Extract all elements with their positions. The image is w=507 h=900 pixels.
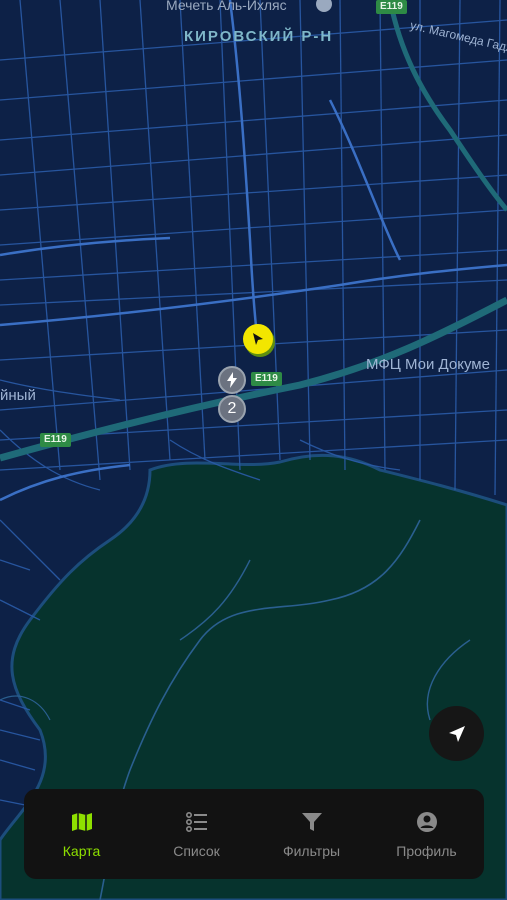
cluster-count: 2 — [227, 400, 237, 417]
tab-label: Список — [173, 842, 220, 859]
profile-icon — [415, 810, 439, 834]
poi-label-mosque: Мечеть Аль-Ихляс — [166, 0, 287, 13]
tab-profile[interactable]: Профиль — [369, 789, 484, 879]
map-canvas[interactable] — [0, 0, 507, 900]
locate-arrow-icon — [448, 725, 465, 742]
tab-label: Фильтры — [282, 842, 341, 859]
map-icon — [70, 810, 94, 834]
locate-me-button[interactable] — [429, 706, 484, 761]
tab-list[interactable]: Список — [139, 789, 254, 879]
district-label: КИРОВСКИЙ Р-Н — [184, 28, 334, 45]
highway-badge: E119 — [376, 0, 407, 14]
map-screen: Мечеть Аль-Ихляс КИРОВСКИЙ Р-Н ул. Магом… — [0, 0, 507, 900]
highway-badge: E119 — [251, 372, 282, 386]
user-location-marker[interactable] — [243, 324, 273, 354]
poi-label-mfc: МФЦ Мои Докуме — [366, 356, 490, 373]
charger-marker[interactable] — [218, 366, 246, 394]
cluster-marker[interactable]: 2 — [218, 395, 246, 423]
navigation-arrow-icon — [253, 333, 263, 345]
lightning-icon — [227, 372, 237, 388]
list-icon — [185, 810, 209, 834]
place-label-partial: йный — [0, 387, 36, 404]
filter-icon — [300, 810, 324, 834]
bottom-tab-bar: Карта Список Фильтры Профиль — [24, 789, 484, 879]
tab-label: Профиль — [396, 842, 457, 859]
tab-filters[interactable]: Фильтры — [254, 789, 369, 879]
tab-label: Карта — [62, 842, 101, 859]
highway-badge: E119 — [40, 433, 71, 447]
tab-map[interactable]: Карта — [24, 789, 139, 879]
